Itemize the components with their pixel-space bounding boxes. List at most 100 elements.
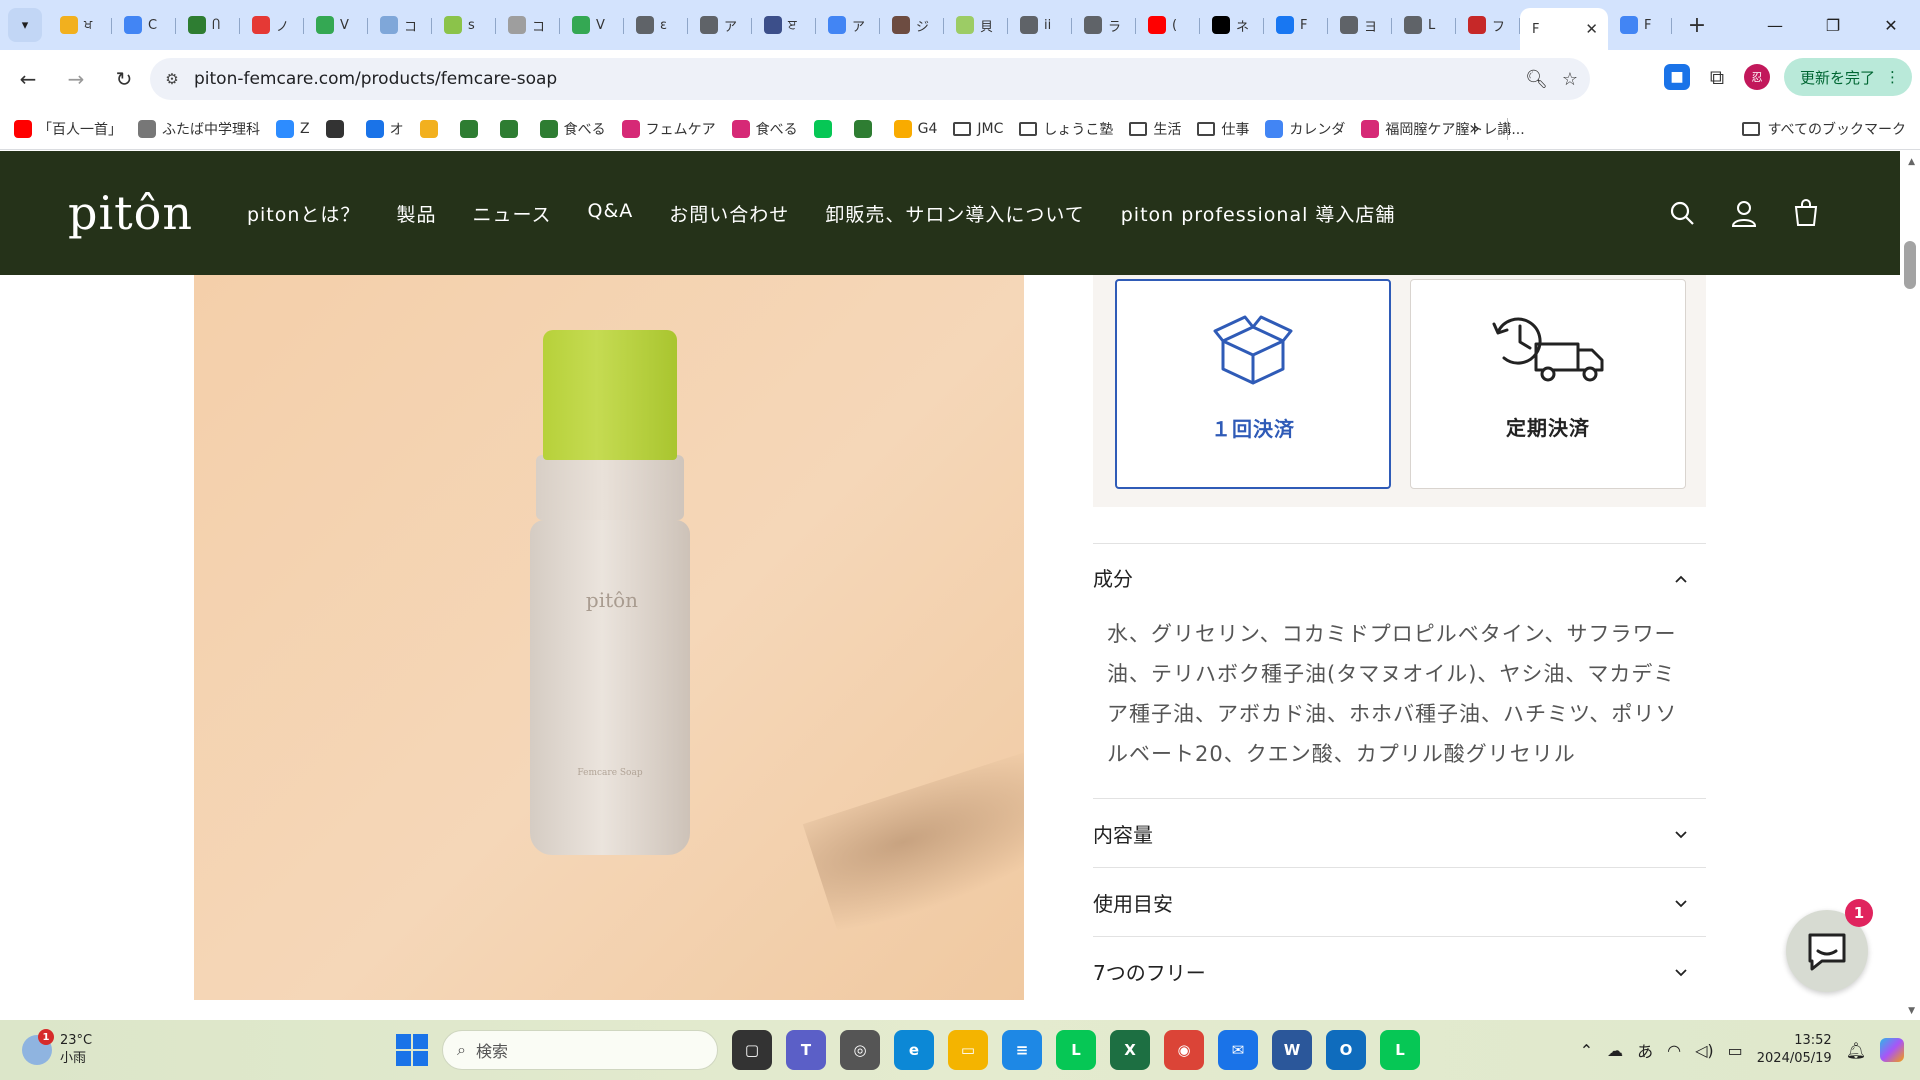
scroll-down-icon[interactable]: ▼ <box>1908 1006 1915 1016</box>
bookmark-item[interactable] <box>499 119 524 138</box>
nav-link[interactable]: 製品 <box>396 200 436 227</box>
more-bookmarks-icon[interactable]: » <box>1469 118 1480 139</box>
bookmark-item[interactable]: 「百人一首」 <box>14 119 122 139</box>
browser-tab[interactable]: ( <box>1136 7 1200 43</box>
bookmark-item[interactable]: 食べる <box>539 119 606 139</box>
bookmark-item[interactable] <box>419 119 444 138</box>
app-taskbar-icon[interactable]: ◎ <box>840 1030 880 1070</box>
onedrive-icon[interactable]: ☁ <box>1607 1041 1623 1060</box>
notepad-taskbar-icon[interactable]: ≡ <box>1002 1030 1042 1070</box>
teams-taskbar-icon[interactable]: T <box>786 1030 826 1070</box>
tab-search-button[interactable]: ▾ <box>8 8 42 42</box>
browser-tab[interactable]: ネ <box>1200 7 1264 43</box>
minimize-button[interactable]: — <box>1746 0 1804 50</box>
nav-link[interactable]: 卸販売、サロン導入について <box>825 200 1084 227</box>
bookmark-item[interactable]: Z <box>276 119 310 138</box>
browser-tab[interactable]: コ <box>368 7 432 43</box>
browser-tab[interactable]: L <box>1392 7 1456 43</box>
close-tab-icon[interactable]: ✕ <box>1585 20 1598 38</box>
ime-indicator[interactable]: あ <box>1637 1038 1653 1062</box>
bookmark-item[interactable] <box>813 119 838 138</box>
search-icon[interactable] <box>1668 199 1696 227</box>
browser-tab[interactable]: Ⴖ <box>176 7 240 43</box>
outlook-taskbar-icon[interactable]: O <box>1326 1030 1366 1070</box>
site-logo[interactable]: pitôn <box>68 186 193 240</box>
one-time-payment-option[interactable]: １回決済 <box>1115 279 1391 489</box>
back-button[interactable]: ← <box>8 59 48 99</box>
line-taskbar-icon[interactable]: L <box>1056 1030 1096 1070</box>
extension-icon[interactable]: ■ <box>1663 64 1690 90</box>
accordion-header[interactable]: 使用目安 <box>1093 868 1706 936</box>
nav-link[interactable]: piton professional 導入店舗 <box>1121 200 1396 227</box>
bookmark-item[interactable]: 食べる <box>731 119 798 139</box>
bookmark-item[interactable]: カレンダ <box>1265 119 1345 139</box>
browser-tab[interactable]: ノ <box>240 7 304 43</box>
url-text[interactable]: piton-femcare.com/products/femcare-soap <box>194 69 557 89</box>
browser-tab[interactable]: ε <box>624 7 688 43</box>
extensions-puzzle-icon[interactable]: ⧉ <box>1704 64 1730 90</box>
chevron-up-icon[interactable]: ⌃ <box>1580 1041 1593 1060</box>
explorer-taskbar-icon[interactable]: ▭ <box>948 1030 988 1070</box>
browser-tab[interactable]: ジ <box>880 7 944 43</box>
scrollbar-thumb[interactable] <box>1904 241 1916 289</box>
accordion-header[interactable]: 7つのフリー <box>1093 937 1706 1005</box>
start-button[interactable] <box>396 1034 428 1066</box>
forward-button[interactable]: → <box>56 59 96 99</box>
all-bookmarks-folder[interactable]: すべてのブックマーク <box>1741 119 1906 139</box>
battery-icon[interactable]: ▭ <box>1728 1041 1743 1060</box>
reload-button[interactable]: ↻ <box>104 59 144 99</box>
browser-tab[interactable]: ヨ <box>1328 7 1392 43</box>
notification-bell-icon[interactable]: 🔔︎ <box>1846 1041 1866 1060</box>
browser-tab[interactable]: ੲ <box>752 7 816 43</box>
bookmark-star-icon[interactable]: ☆ <box>1562 69 1578 90</box>
bookmark-item[interactable] <box>325 119 350 138</box>
nav-link[interactable]: お問い合わせ <box>669 200 789 227</box>
nav-link[interactable]: Q&A <box>588 200 634 227</box>
browser-tab[interactable]: ア <box>688 7 752 43</box>
bookmark-item[interactable]: 福岡膣ケア膣トレ講... <box>1361 119 1525 139</box>
excel-taskbar-icon[interactable]: X <box>1110 1030 1150 1070</box>
active-browser-tab[interactable]: F ✕ <box>1520 8 1608 50</box>
browser-tab[interactable]: ਖ <box>48 7 112 43</box>
browser-tab[interactable]: F <box>1608 7 1672 43</box>
nav-link[interactable]: ニュース <box>472 200 551 227</box>
task-view-taskbar-icon[interactable]: ▢ <box>732 1030 772 1070</box>
browser-tab[interactable]: フ <box>1456 7 1520 43</box>
accordion-header[interactable]: 内容量 <box>1093 799 1706 867</box>
account-icon[interactable] <box>1730 199 1758 227</box>
bookmark-folder[interactable]: JMC <box>953 121 1003 137</box>
line-taskbar-icon[interactable]: L <box>1380 1030 1420 1070</box>
taskbar-search[interactable]: ⌕ 検索 <box>442 1030 718 1070</box>
update-button[interactable]: 更新を完了 ⋮ <box>1783 58 1912 96</box>
nav-link[interactable]: pitonとは？ <box>247 200 360 227</box>
browser-tab[interactable]: コ <box>496 7 560 43</box>
copilot-icon[interactable] <box>1880 1038 1904 1062</box>
browser-tab[interactable]: C <box>112 7 176 43</box>
profile-avatar[interactable]: 忍 <box>1743 64 1770 90</box>
site-info-icon[interactable]: ⚙ <box>158 65 186 93</box>
cart-icon[interactable] <box>1792 199 1820 227</box>
bookmark-item[interactable] <box>459 119 484 138</box>
browser-tab[interactable]: V <box>304 7 368 43</box>
browser-tab[interactable]: ii <box>1008 7 1072 43</box>
browser-tab[interactable]: 貝 <box>944 7 1008 43</box>
accordion-header[interactable]: 成分 <box>1093 544 1706 610</box>
address-bar[interactable]: ⚙ piton-femcare.com/products/femcare-soa… <box>150 58 1590 100</box>
volume-icon[interactable]: ◁) <box>1695 1041 1714 1060</box>
wifi-icon[interactable]: ◠ <box>1667 1041 1681 1060</box>
bookmark-item[interactable]: G4 <box>893 119 937 138</box>
weather-widget[interactable]: 1 23°C 小雨 <box>22 1029 92 1068</box>
clock[interactable]: 13:52 2024/05/19 <box>1757 1032 1832 1068</box>
browser-tab[interactable]: F <box>1264 7 1328 43</box>
browser-tab[interactable]: V <box>560 7 624 43</box>
edge-taskbar-icon[interactable]: e <box>894 1030 934 1070</box>
mail-taskbar-icon[interactable]: ✉ <box>1218 1030 1258 1070</box>
zoom-icon[interactable]: 🔍︎ <box>1525 69 1548 90</box>
bookmark-item[interactable]: ふたば中学理科 <box>138 119 260 139</box>
bookmark-folder[interactable]: 生活 <box>1129 119 1181 139</box>
browser-tab[interactable]: s <box>432 7 496 43</box>
page-scrollbar[interactable]: ▲ ▼ <box>1900 151 1920 1020</box>
bookmark-item[interactable]: フェムケア <box>621 119 716 139</box>
subscription-payment-option[interactable]: 定期決済 <box>1410 279 1686 489</box>
bookmark-folder[interactable]: 仕事 <box>1197 119 1249 139</box>
